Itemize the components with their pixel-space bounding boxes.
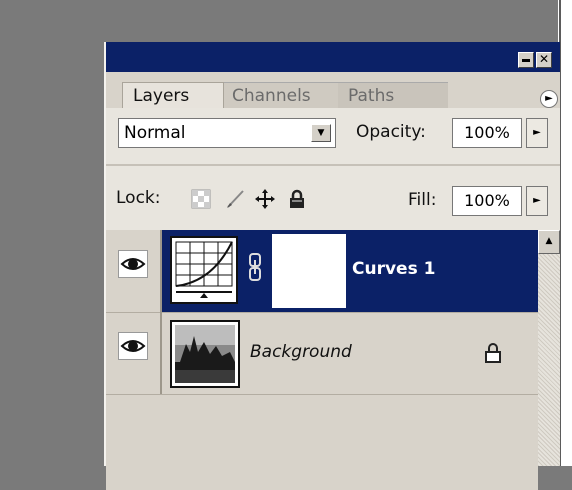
minimize-icon	[522, 59, 530, 62]
minimize-button[interactable]	[518, 52, 534, 68]
link-chain-icon	[249, 253, 261, 281]
layers-list: Curves 1 Background	[106, 230, 538, 490]
tab-layers[interactable]: Layers	[122, 82, 224, 108]
layers-palette: ✕ Layers Channels Paths ► Normal ▼ Opaci…	[104, 42, 560, 490]
brush-icon[interactable]	[224, 188, 246, 210]
tab-bar: Layers Channels Paths ►	[106, 72, 560, 108]
layer-mask-thumbnail	[272, 234, 346, 308]
layer-row-background[interactable]: Background	[106, 312, 538, 395]
right-arrow-icon: ►	[533, 127, 541, 138]
blend-mode-select[interactable]: Normal ▼	[118, 118, 336, 148]
fill-slider-button[interactable]: ►	[526, 186, 548, 216]
visibility-toggle[interactable]	[118, 250, 148, 278]
scroll-up-button[interactable]: ▲	[538, 230, 560, 254]
fill-input[interactable]: 100%	[452, 186, 522, 216]
visibility-toggle[interactable]	[118, 332, 148, 360]
close-icon: ✕	[538, 52, 550, 66]
background-image-thumbnail	[170, 320, 240, 388]
curves-adjustment-thumbnail	[170, 236, 238, 304]
eye-icon	[120, 258, 146, 270]
lock-label: Lock:	[116, 188, 161, 208]
curves-graph-icon	[175, 241, 233, 298]
lock-transparent-pixels-icon[interactable]	[190, 188, 212, 210]
blend-mode-value: Normal	[124, 123, 186, 143]
window-edge	[558, 0, 572, 466]
lock-all-icon[interactable]	[286, 188, 308, 210]
palette-menu-button[interactable]: ►	[540, 90, 558, 108]
opacity-label: Opacity:	[356, 122, 426, 142]
layer-name: Curves 1	[352, 259, 436, 279]
palette-titlebar[interactable]: ✕	[106, 42, 560, 72]
layers-scrollbar[interactable]: ▲	[538, 230, 560, 466]
up-arrow-icon: ▲	[545, 236, 553, 246]
layer-name: Background	[250, 342, 352, 362]
opacity-slider-button[interactable]: ►	[526, 118, 548, 148]
layer-row-curves[interactable]: Curves 1	[106, 230, 538, 313]
layer-content[interactable]: Background	[162, 312, 538, 394]
tab-paths[interactable]: Paths	[338, 82, 448, 108]
dropdown-arrow-icon[interactable]: ▼	[311, 124, 331, 142]
layer-content[interactable]: Curves 1	[162, 230, 538, 312]
close-button[interactable]: ✕	[536, 52, 552, 68]
opacity-input[interactable]: 100%	[452, 118, 522, 148]
fill-label: Fill:	[408, 190, 437, 210]
lock-icon	[485, 343, 501, 363]
divider	[106, 164, 560, 166]
eye-icon	[120, 340, 146, 352]
play-arrow-icon: ►	[545, 93, 553, 104]
photo-icon	[175, 325, 235, 383]
tab-channels[interactable]: Channels	[222, 82, 338, 108]
right-arrow-icon: ►	[533, 195, 541, 206]
move-icon[interactable]	[254, 188, 276, 210]
